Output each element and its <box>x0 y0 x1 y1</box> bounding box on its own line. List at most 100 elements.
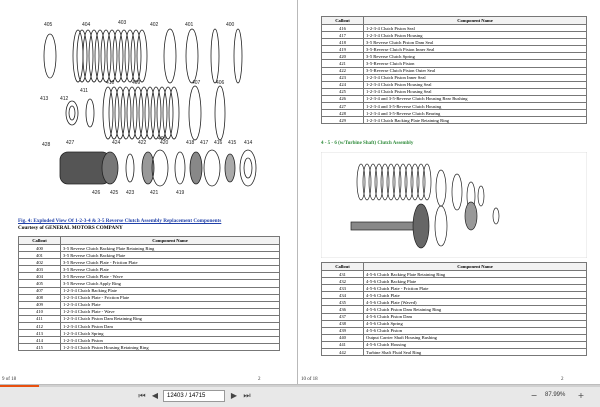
callout-label: 426 <box>92 190 101 196</box>
callout-label: 422 <box>138 140 147 146</box>
component-name-cell: 3-5 Reverse Clutch Backing Plate Retaini… <box>60 243 280 253</box>
callout-cell: 400 <box>18 243 61 253</box>
component-name-cell: 4-5-6 Clutch Piston <box>363 326 587 335</box>
table-row: 401 3-5 Reverse Clutch Backing Plate <box>18 251 280 260</box>
table-row: 427 1-2-3-4 and 3-5-Reverse Clutch Housin… <box>321 102 587 111</box>
last-page-icon[interactable]: ⏭ <box>241 390 253 402</box>
table-row: 413 1-2-3-4 Clutch Spring <box>18 329 280 338</box>
callout-label: 406 <box>216 80 225 86</box>
zoom-in-icon[interactable]: + <box>575 390 587 402</box>
callout-cell: 424 <box>321 80 364 89</box>
table-row: 416 1-2-3-4 Clutch Piston Seal <box>321 23 587 33</box>
callout-cell: 426 <box>321 94 364 104</box>
figure-caption[interactable]: Fig. 4: Exploded View Of 1-2-3-4 & 3-5 R… <box>18 218 221 224</box>
component-name-cell: 4-5-6 Clutch Backing Plate <box>363 277 587 286</box>
callout-cell: 423 <box>321 73 364 82</box>
callout-cell: 420 <box>321 52 364 61</box>
callout-label: 402 <box>150 22 159 28</box>
callout-cell: 402 <box>18 258 61 267</box>
page-footer-right: 10 of 18 <box>301 377 318 382</box>
document-progress-fill <box>0 385 39 387</box>
callout-cell: 415 <box>18 343 61 352</box>
table-row: 420 3-5 Reverse Clutch Spring <box>321 52 587 61</box>
prev-page-icon[interactable]: ◀ <box>149 390 161 402</box>
clutch-exploded-diagram: 405 404 403 402 401 400 413 412 411 410 … <box>30 18 270 214</box>
component-name-cell: Turbine Shaft Fluid Seal Ring <box>363 348 587 357</box>
page-number-input[interactable]: 12403 / 14715 <box>163 390 225 402</box>
table-row: 405 3-5 Reverse Clutch Apply Ring <box>18 279 280 288</box>
first-page-icon[interactable]: ⏮ <box>136 390 148 402</box>
component-name-cell: 1-2-3-4 Clutch Piston Dam <box>60 322 280 331</box>
callout-label: 424 <box>112 140 121 146</box>
component-name-cell: 4-5-6 Clutch Backing Plate Retaining Rin… <box>363 269 587 279</box>
callout-cell: 414 <box>18 336 61 345</box>
callout-cell: 438 <box>321 319 364 328</box>
component-name-cell: 1-2-3-4 Clutch Plate - Wave <box>60 307 280 316</box>
callout-cell: 405 <box>18 279 61 288</box>
callout-cell: 403 <box>18 265 61 274</box>
component-name-cell: 4-5-6 Clutch Piston Dam <box>363 312 587 321</box>
document-progress-track[interactable] <box>0 385 600 387</box>
callout-cell: 432 <box>321 277 364 286</box>
component-name-cell: 4-5-6 Clutch Spring <box>363 319 587 328</box>
callout-label: 417 <box>200 140 209 146</box>
callout-label: 423 <box>126 190 135 196</box>
component-name-cell: 1-2-3-4 and 3-5-Reverse Clutch Housing R… <box>363 94 587 104</box>
page-count: 9 of 18 <box>2 377 17 382</box>
table-header-row: Callout Component Name <box>321 16 587 25</box>
courtesy-line: Courtesy of GENERAL MOTORS COMPANY <box>18 225 123 231</box>
column-header-name: Component Name <box>60 236 280 245</box>
callout-cell: 431 <box>321 269 364 279</box>
column-header-name: Component Name <box>363 16 587 25</box>
callout-label: 401 <box>185 22 194 28</box>
callout-cell: 439 <box>321 326 364 335</box>
table-row: 402 3-5 Reverse Clutch Plate - Friction P… <box>18 258 280 267</box>
page-footer-left: 9 of 18 <box>2 377 16 382</box>
callout-cell: 427 <box>321 102 364 111</box>
table-row: 403 3-5 Reverse Clutch Plate <box>18 265 280 274</box>
component-name-cell: 1-2-3-4 Clutch Backing Plate Retaining R… <box>363 116 587 125</box>
callout-label: 425 <box>110 190 119 196</box>
callout-label: 411 <box>80 88 88 94</box>
callout-cell: 428 <box>321 109 364 118</box>
callout-cell: 409 <box>18 300 61 309</box>
right-page: Callout Component Name 416 1-2-3-4 Clutch… <box>299 0 600 384</box>
callout-label: 415 <box>228 140 237 146</box>
callout-label: 404 <box>82 22 91 28</box>
table-row: 433 4-5-6 Clutch Plate - Friction Plate <box>321 284 587 293</box>
table-row: 404 3-5 Reverse Clutch Plate - Wave <box>18 272 280 281</box>
column-header-callout: Callout <box>321 16 364 25</box>
parts-table-right-1: Callout Component Name 416 1-2-3-4 Clutch… <box>321 16 587 125</box>
callout-cell: 436 <box>321 305 364 314</box>
callout-cell: 408 <box>18 293 61 302</box>
component-name-cell: 3-5-Reverse Clutch Piston Outer Seal <box>363 66 587 75</box>
callout-cell: 435 <box>321 298 364 307</box>
component-name-cell: 3-5-Reverse Clutch Piston Inner Seal <box>363 45 587 54</box>
rings-row-3 <box>59 149 257 187</box>
next-page-icon[interactable]: ▶ <box>228 390 240 402</box>
parts-table-left: Callout Component Name 400 3-5 Reverse Cl… <box>18 236 280 352</box>
callout-label: 416 <box>214 140 223 146</box>
component-name-cell: 3-5 Reverse Clutch Backing Plate <box>60 251 280 260</box>
zoom-out-icon[interactable]: − <box>528 390 540 402</box>
table-row: 442 Turbine Shaft Fluid Seal Ring <box>321 348 587 357</box>
parts-table-right-2: Callout Component Name 431 4-5-6 Clutch B… <box>321 262 587 357</box>
callout-label: 418 <box>186 140 195 146</box>
callout-cell: 410 <box>18 307 61 316</box>
table-row: 428 1-2-3-4 and 3-5-Reverse Clutch Bearin… <box>321 109 587 118</box>
callout-label: 413 <box>40 96 49 102</box>
rings-row-1 <box>43 28 243 84</box>
callout-cell: 429 <box>321 116 364 125</box>
callout-label: 412 <box>60 96 69 102</box>
table-row: 419 3-5-Reverse Clutch Piston Inner Seal <box>321 45 587 54</box>
component-name-cell: 1-2-3-4 Clutch Piston Housing Retaining … <box>60 343 280 352</box>
table-row: 438 4-5-6 Clutch Spring <box>321 319 587 328</box>
callout-cell: 417 <box>321 31 364 40</box>
component-name-cell: 4-5-6 Clutch Plate <box>363 291 587 300</box>
table-header-row: Callout Component Name <box>18 236 280 245</box>
column-header-callout: Callout <box>321 262 364 271</box>
component-name-cell: 1-2-3-4 and 3-5-Reverse Clutch Housing <box>363 102 587 111</box>
table-row: 425 1-2-3-4 Clutch Piston Housing Seal <box>321 87 587 96</box>
table-row: 411 1-2-3-4 Clutch Piston Dam Retaining R… <box>18 314 280 324</box>
callout-cell: 418 <box>321 38 364 47</box>
